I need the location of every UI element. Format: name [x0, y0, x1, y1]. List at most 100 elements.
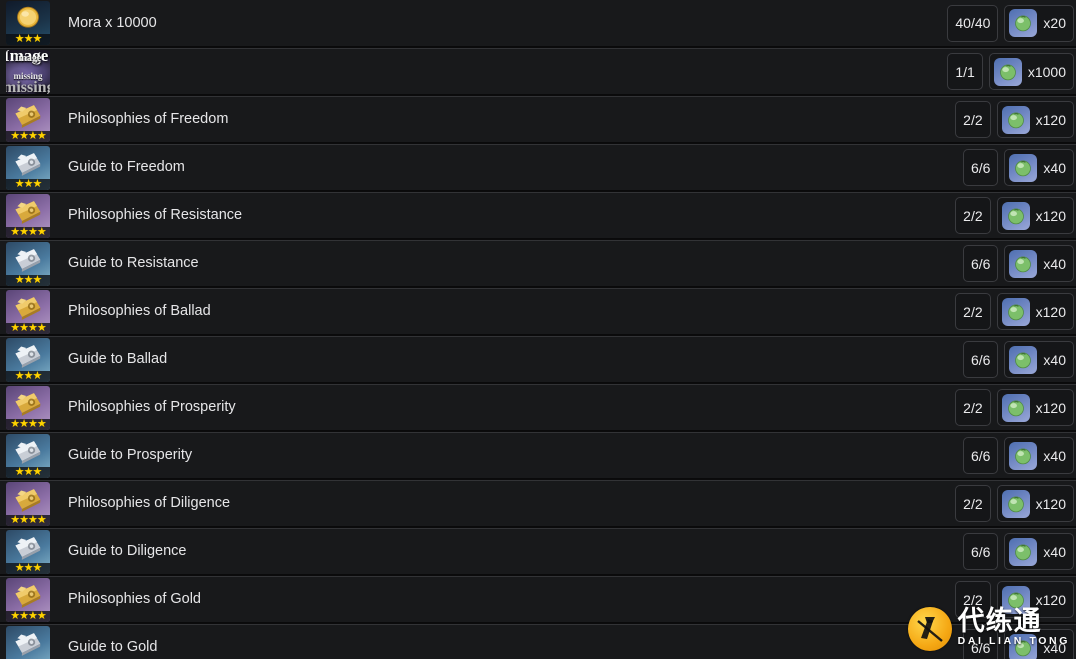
item-row[interactable]: ★ ★ ★ Guide to Resistance 6/6 x40 [0, 240, 1076, 287]
star-icon: ★ [28, 417, 38, 430]
star-icon: ★ [28, 513, 38, 526]
item-counters: 2/2 x120 [947, 581, 1074, 618]
cost-badge: x120 [996, 389, 1074, 426]
owned-count-badge: 2/2 [955, 293, 991, 330]
star-icon: ★ [32, 561, 42, 574]
cost-amount: x120 [1035, 303, 1066, 320]
item-row[interactable]: ★ ★ ★ ★ Philosophies of Freedom 2/2 x120 [0, 96, 1076, 143]
cost-badge: x40 [1004, 533, 1074, 570]
item-name: Philosophies of Gold [68, 592, 201, 607]
item-counters: 40/40 x20 [939, 4, 1074, 42]
cost-amount: x40 [1043, 543, 1066, 560]
condensed-resin-icon [1001, 105, 1030, 134]
item-icon[interactable]: ★ ★ ★ ★ [6, 289, 50, 334]
condensed-resin-icon [1009, 9, 1038, 37]
item-counters: 2/2 x120 [947, 485, 1074, 522]
condensed-resin-icon [1001, 297, 1030, 326]
star-icon: ★ [36, 417, 47, 430]
item-row[interactable]: ImageImagemissingmissing 1/1 x1000 [0, 48, 1076, 95]
talent-book-silver-icon [6, 244, 50, 276]
owned-count-badge: 6/6 [962, 149, 999, 186]
star-icon: ★ [36, 225, 47, 238]
item-icon[interactable]: ★★★ [6, 529, 50, 574]
item-icon[interactable]: ★★★ [6, 1, 50, 45]
item-icon[interactable]: ★ ★ ★ ★ [6, 97, 50, 142]
item-icon[interactable]: ★ ★ ★ ★ [6, 481, 50, 526]
item-name: Philosophies of Resistance [68, 208, 243, 223]
star-icon: ★ [32, 33, 42, 45]
cost-badge: x120 [996, 101, 1074, 138]
star-icon: ★ [19, 609, 29, 622]
talent-book-gold-icon [6, 484, 50, 516]
item-row[interactable]: ★ ★ ★ Guide to Freedom 6/6 x40 [0, 144, 1076, 191]
talent-book-silver-icon [6, 532, 50, 564]
owned-count-badge: 40/40 [947, 4, 999, 42]
owned-count-badge: 2/2 [955, 485, 991, 522]
item-name: Philosophies of Freedom [68, 112, 229, 127]
star-icon: ★ [32, 465, 42, 478]
item-name: Guide to Resistance [68, 256, 199, 271]
rarity-stars: ★ ★ ★ [6, 561, 50, 574]
item-row[interactable]: ★ ★ ★ ★ Philosophies of Diligence 2/2 x120 [0, 480, 1076, 527]
star-icon: ★ [10, 321, 20, 334]
talent-book-silver-icon [6, 340, 50, 372]
item-row[interactable]: ★ ★ ★ Guide to Prosperity 6/6 x40 [0, 432, 1076, 479]
rarity-stars: ★ ★ ★ [6, 273, 50, 286]
rarity-stars: ★ ★ ★ ★ [6, 129, 50, 142]
talent-book-gold-icon [6, 292, 50, 324]
missing-big-line-2: missing [6, 78, 50, 94]
item-icon[interactable]: ★ ★ ★ ★ [6, 385, 50, 430]
item-icon[interactable]: ★ ★ ★ ★ [6, 577, 50, 622]
cost-amount: x40 [1043, 351, 1066, 368]
item-icon[interactable]: ★★★ [6, 145, 50, 190]
star-icon: ★ [19, 129, 29, 142]
item-icon[interactable]: ★★★ [6, 337, 50, 382]
rarity-stars: ★ ★ ★ ★ [6, 513, 50, 526]
condensed-resin-icon [1009, 633, 1038, 659]
item-row[interactable]: ★ ★ ★ Mora x 10000 40/40 x20 [0, 0, 1076, 47]
condensed-resin-icon [993, 57, 1022, 86]
cost-badge: x120 [996, 581, 1074, 618]
item-row[interactable]: ★ ★ ★ Guide to Diligence 6/6 x40 [0, 528, 1076, 575]
item-icon[interactable]: ★★★ [6, 433, 50, 478]
talent-book-gold-icon [6, 100, 50, 132]
item-counters: 6/6 x40 [955, 245, 1074, 282]
item-row[interactable]: ★ ★ ★ ★ Philosophies of Resistance 2/2 x120 [0, 192, 1076, 239]
star-icon: ★ [14, 273, 25, 286]
owned-count-badge: 6/6 [962, 629, 999, 659]
image-missing-placeholder-icon: ImageImagemissingmissing [6, 49, 50, 94]
item-icon[interactable]: ImageImagemissingmissing [6, 49, 50, 94]
item-row[interactable]: ★★★ Guide to Gold 6/6 x40 [0, 624, 1076, 659]
cost-amount: x120 [1035, 591, 1066, 608]
cost-amount: x1000 [1027, 63, 1066, 80]
item-counters: 6/6 x40 [955, 437, 1074, 474]
talent-book-gold-icon [6, 196, 50, 228]
item-row[interactable]: ★ ★ ★ ★ Philosophies of Ballad 2/2 x120 [0, 288, 1076, 335]
cost-badge: x20 [1004, 4, 1074, 42]
item-counters: 6/6 x40 [955, 149, 1074, 186]
item-icon[interactable]: ★ ★ ★ ★ [6, 193, 50, 238]
item-name: Guide to Freedom [68, 160, 185, 175]
talent-book-gold-icon [6, 388, 50, 420]
item-row[interactable]: ★ ★ ★ ★ Philosophies of Gold 2/2 x120 [0, 576, 1076, 623]
star-icon: ★ [14, 561, 25, 574]
condensed-resin-icon [1009, 153, 1038, 182]
item-requirement-list-panel: ★ ★ ★ Mora x 10000 40/40 x20 Image Image missing… [0, 0, 1076, 659]
condensed-resin-icon [1009, 537, 1038, 566]
item-list[interactable]: ★ ★ ★ Mora x 10000 40/40 x20 Image Image missing… [0, 0, 1076, 659]
item-icon[interactable]: ★★★ [6, 625, 50, 659]
cost-badge: x120 [996, 293, 1074, 330]
cost-amount: x120 [1035, 111, 1066, 128]
condensed-resin-icon [1009, 249, 1038, 278]
item-name: Philosophies of Prosperity [68, 400, 236, 415]
owned-count-badge: 1/1 [947, 53, 983, 90]
star-icon: ★ [19, 321, 29, 334]
owned-count-badge: 6/6 [962, 533, 999, 570]
star-icon: ★ [36, 513, 47, 526]
item-row[interactable]: ★ ★ ★ ★ Philosophies of Prosperity 2/2 x120 [0, 384, 1076, 431]
item-icon[interactable]: ★★★ [6, 241, 50, 286]
star-icon: ★ [10, 513, 20, 526]
star-icon: ★ [10, 417, 20, 430]
item-row[interactable]: ★ ★ ★ Guide to Ballad 6/6 x40 [0, 336, 1076, 383]
star-icon: ★ [28, 321, 38, 334]
